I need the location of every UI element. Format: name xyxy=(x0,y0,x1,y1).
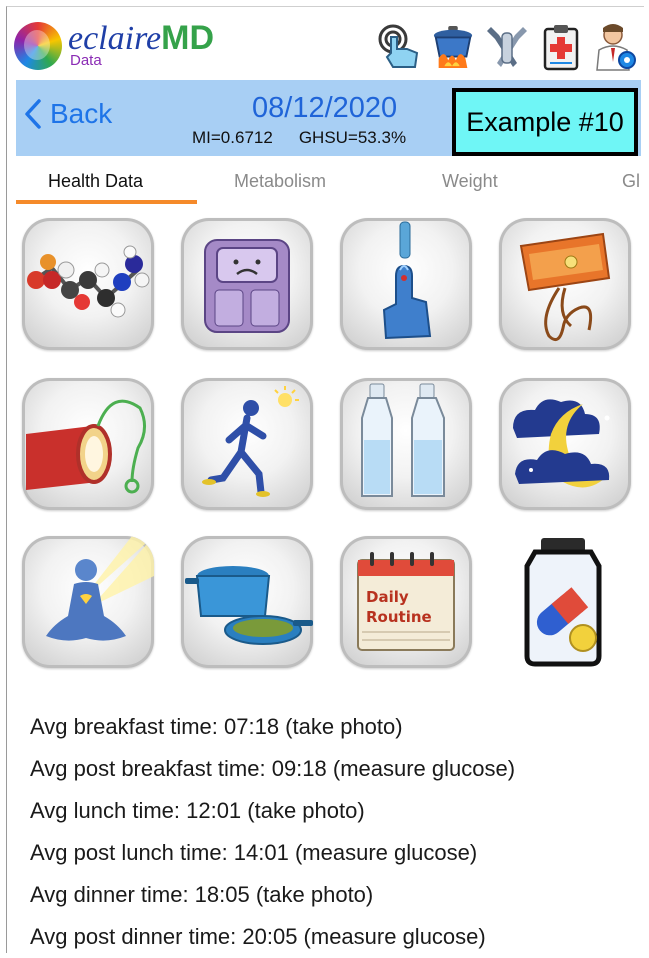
info-line: Avg breakfast time: 07:18 (take photo) xyxy=(30,714,403,739)
ghsu-value: GHSU=53.3% xyxy=(298,128,407,147)
back-button[interactable]: Back xyxy=(24,98,112,130)
tab-gl[interactable]: Gl xyxy=(622,171,640,192)
sleep-moon-icon[interactable] xyxy=(499,378,631,510)
tab-weight[interactable]: Weight xyxy=(442,171,498,192)
app-header: eclaireMD Data xyxy=(12,18,637,76)
header-icons xyxy=(377,18,637,76)
artery-stethoscope-icon[interactable] xyxy=(22,378,154,510)
glucose-finger-prick-icon[interactable] xyxy=(340,218,472,350)
mi-value: MI=0.6712 xyxy=(192,128,273,147)
daily-routine-calendar-icon[interactable]: Daily Routine xyxy=(340,536,472,668)
logo-ball-icon xyxy=(14,22,62,70)
medication-bottle-icon[interactable] xyxy=(499,536,631,668)
navigation-bar: Back 08/12/2020 MI=0.6712 GHSU=53.3% Exam… xyxy=(16,80,641,156)
water-bottles-icon[interactable] xyxy=(340,378,472,510)
touch-hand-icon[interactable] xyxy=(377,22,421,72)
average-times-list: Avg breakfast time: 07:18 (take photo) A… xyxy=(30,706,630,958)
tab-metabolism[interactable]: Metabolism xyxy=(234,171,326,192)
date-label: 08/12/2020 xyxy=(252,92,398,124)
blood-pressure-cuff-icon[interactable] xyxy=(499,218,631,350)
info-line: Avg post lunch time: 14:01 (measure gluc… xyxy=(30,840,478,865)
back-label: Back xyxy=(50,98,113,129)
tab-bar: Health Data Metabolism Weight Gl xyxy=(16,165,641,207)
logo-md: MD xyxy=(161,19,215,57)
weight-scale-icon[interactable] xyxy=(181,218,313,350)
calendar-text-line2: Routine xyxy=(366,608,432,626)
app-logo: eclaireMD Data xyxy=(12,18,232,76)
info-line: Avg lunch time: 12:01 (take photo) xyxy=(30,798,365,823)
info-line: Avg dinner time: 18:05 (take photo) xyxy=(30,882,374,907)
utensils-icon[interactable] xyxy=(485,22,529,72)
info-line: Avg post dinner time: 20:05 (measure glu… xyxy=(30,924,486,949)
calendar-text-line1: Daily xyxy=(366,588,409,606)
logo-subtitle: Data xyxy=(70,52,102,69)
molecule-icon[interactable] xyxy=(22,218,154,350)
clipboard-icon[interactable] xyxy=(539,22,583,72)
meditation-icon[interactable] xyxy=(22,536,154,668)
chevron-left-icon xyxy=(25,99,41,129)
tab-health-data[interactable]: Health Data xyxy=(48,171,143,192)
doctor-settings-icon[interactable] xyxy=(593,22,637,72)
cookware-icon[interactable] xyxy=(181,536,313,668)
info-line: Avg post breakfast time: 09:18 (measure … xyxy=(30,756,516,781)
active-tab-indicator xyxy=(16,200,197,204)
example-badge: Example #10 xyxy=(452,88,638,156)
metrics-summary: MI=0.6712 GHSU=53.3% xyxy=(192,128,406,148)
cooking-pot-icon[interactable] xyxy=(431,22,475,72)
walking-exercise-icon[interactable] xyxy=(181,378,313,510)
